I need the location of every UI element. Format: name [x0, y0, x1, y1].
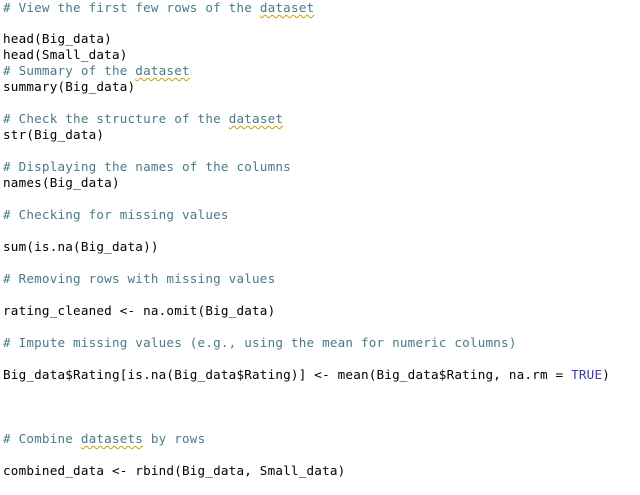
- code-line-comment: # Check the structure of the dataset: [3, 111, 283, 127]
- code-text: rating_cleaned <- na.omit(Big_data): [3, 303, 276, 318]
- code-line: names(Big_data): [3, 175, 120, 191]
- code-line: head(Small_data): [3, 47, 128, 63]
- keyword-true: TRUE: [571, 367, 603, 382]
- code-text: head(Small_data): [3, 47, 128, 62]
- code-line-comment: # Removing rows with missing values: [3, 271, 275, 287]
- comment-text: # Summary of the: [3, 63, 136, 78]
- code-text: summary(Big_data): [3, 79, 136, 94]
- code-line: sum(is.na(Big_data)): [3, 239, 159, 255]
- code-line-comment: # Impute missing values (e.g., using the…: [3, 335, 517, 351]
- code-text: sum(is.na(Big_data)): [3, 239, 159, 254]
- code-line: Big_data$Rating[is.na(Big_data$Rating)] …: [3, 367, 610, 383]
- code-line: head(Big_data): [3, 31, 112, 47]
- comment-text: # Removing rows with missing values: [3, 271, 276, 286]
- code-text: str(Big_data): [3, 127, 105, 142]
- comment-text: # Check the structure of the: [3, 111, 229, 126]
- comment-text-tail: by rows: [143, 431, 206, 446]
- code-text: combined_data <- rbind(Big_data, Small_d…: [3, 463, 346, 478]
- spellcheck-word: dataset: [135, 63, 190, 78]
- code-line-comment: # Combine datasets by rows: [3, 431, 205, 447]
- code-line: summary(Big_data): [3, 79, 135, 95]
- code-text: names(Big_data): [3, 175, 120, 190]
- spellcheck-word: dataset: [228, 111, 284, 126]
- comment-text: # Displaying the names of the columns: [3, 159, 291, 174]
- code-line-comment: # Summary of the dataset: [3, 63, 190, 79]
- code-line-comment: # View the first few rows of the dataset: [3, 0, 314, 16]
- spellcheck-word: dataset: [259, 0, 315, 15]
- code-line-comment: # Displaying the names of the columns: [3, 159, 291, 175]
- code-line-comment: # Checking for missing values: [3, 207, 229, 223]
- comment-text: # View the first few rows of the: [3, 0, 260, 15]
- code-line: combined_data <- rbind(Big_data, Small_d…: [3, 463, 345, 479]
- code-text-tail: ): [602, 367, 611, 382]
- code-line: rating_cleaned <- na.omit(Big_data): [3, 303, 275, 319]
- comment-text: # Checking for missing values: [3, 207, 229, 222]
- code-text: head(Big_data): [3, 31, 112, 46]
- comment-text: # Impute missing values (e.g., using the…: [3, 335, 517, 350]
- spellcheck-word: datasets: [80, 431, 144, 446]
- code-editor[interactable]: # View the first few rows of the dataset…: [0, 0, 640, 495]
- code-line: str(Big_data): [3, 127, 104, 143]
- code-text: Big_data$Rating[is.na(Big_data$Rating)] …: [3, 367, 572, 382]
- comment-text: # Combine: [3, 431, 81, 446]
